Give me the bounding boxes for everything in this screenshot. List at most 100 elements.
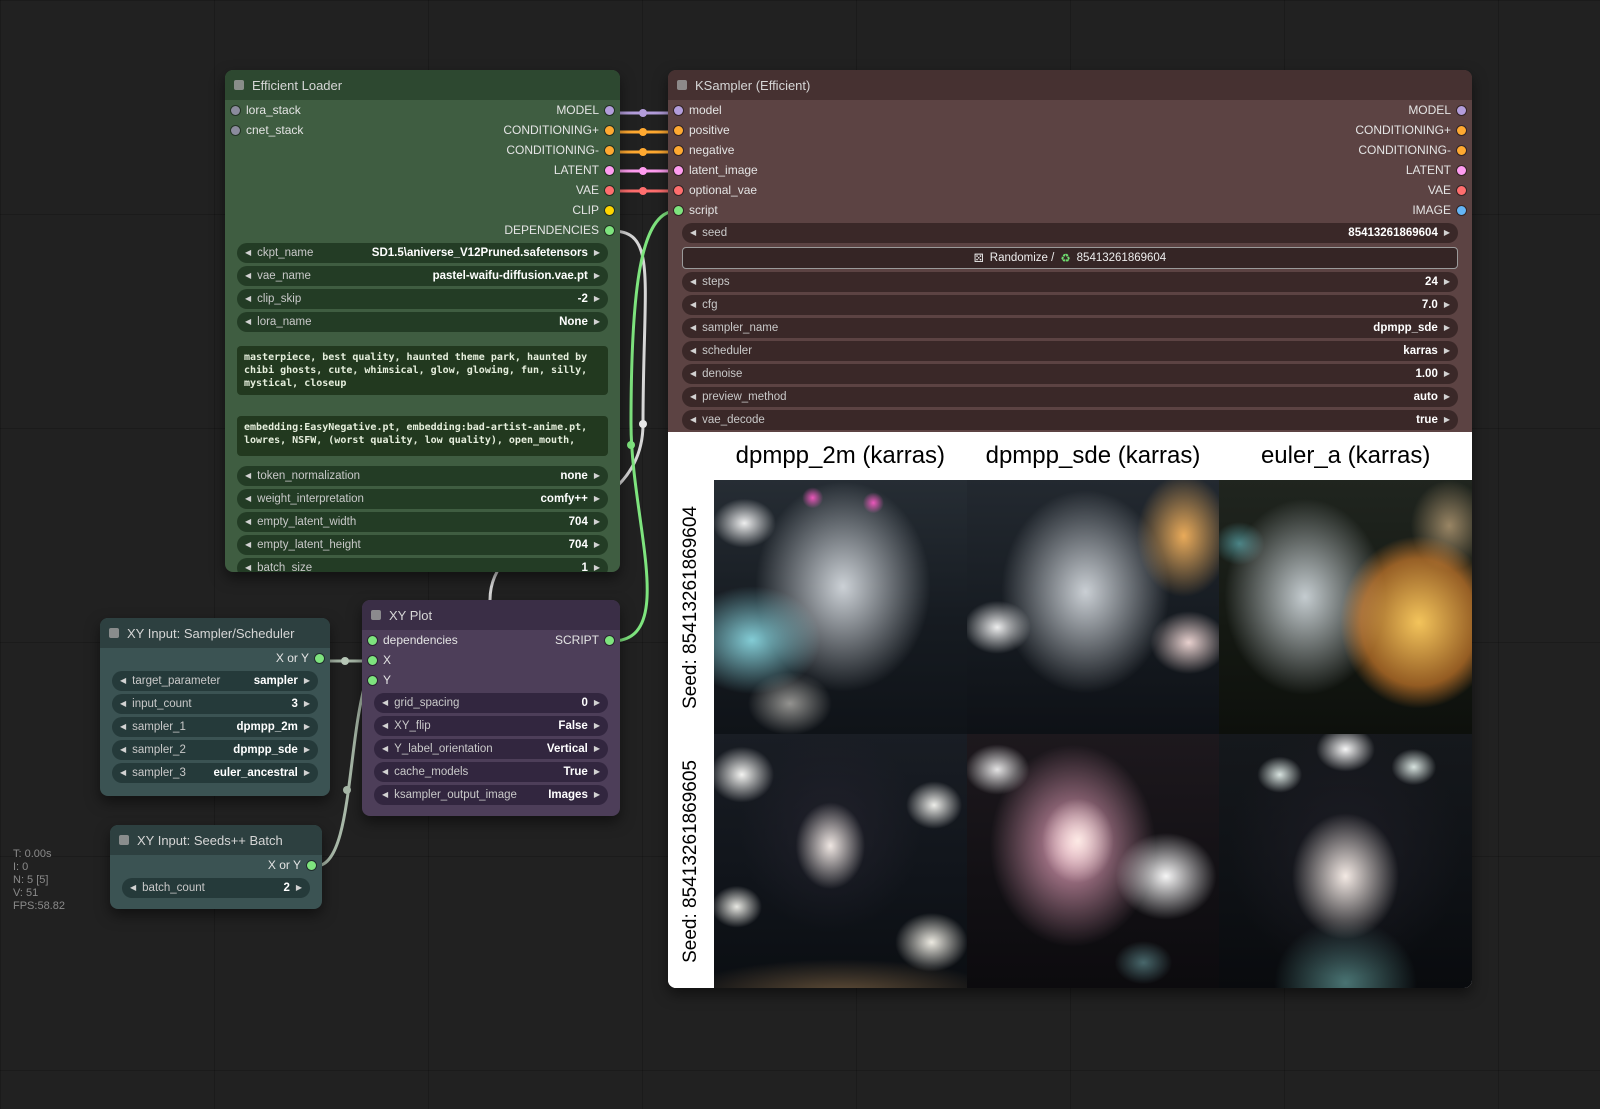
right-arrow-icon[interactable]: ▶ [594,541,600,549]
x-or-y-slot-icon[interactable] [307,861,316,870]
input-script[interactable]: script [668,200,1030,220]
right-arrow-icon[interactable]: ▶ [594,791,600,799]
input-positive[interactable]: positive [668,120,1030,140]
widget-token-normalization[interactable]: ◀token_normalizationnone▶ [237,466,608,486]
conditioning-minus-slot-icon[interactable] [605,146,614,155]
left-arrow-icon[interactable]: ◀ [382,768,388,776]
negative-slot-icon[interactable] [674,146,683,155]
positive-prompt-textarea[interactable]: masterpiece, best quality, haunted theme… [237,346,608,395]
output-latent[interactable]: LATENT [1030,160,1472,180]
preview-image-eulera-seed605[interactable] [1219,734,1472,988]
input-negative[interactable]: negative [668,140,1030,160]
input-dependencies[interactable]: dependencies [362,630,517,650]
collapse-icon[interactable] [109,628,119,638]
model-slot-icon[interactable] [605,106,614,115]
right-arrow-icon[interactable]: ▶ [594,295,600,303]
widget-batch-size[interactable]: ◀batch_size1▶ [237,558,608,572]
dependencies-slot-icon[interactable] [605,226,614,235]
preview-image-dpmppsde-seed604[interactable] [967,480,1220,734]
left-arrow-icon[interactable]: ◀ [382,699,388,707]
left-arrow-icon[interactable]: ◀ [120,723,126,731]
conditioning-plus-slot-icon[interactable] [605,126,614,135]
left-arrow-icon[interactable]: ◀ [690,416,696,424]
right-arrow-icon[interactable]: ▶ [304,677,310,685]
right-arrow-icon[interactable]: ▶ [594,518,600,526]
cnet-stack-slot-icon[interactable] [231,126,240,135]
conditioning-minus-slot-icon[interactable] [1457,146,1466,155]
preview-image-dpmpp2m-seed604[interactable] [714,480,967,734]
left-arrow-icon[interactable]: ◀ [690,370,696,378]
left-arrow-icon[interactable]: ◀ [245,518,251,526]
left-arrow-icon[interactable]: ◀ [245,495,251,503]
collapse-icon[interactable] [677,80,687,90]
node-xy-input-sampler-scheduler[interactable]: XY Input: Sampler/Scheduler X or Y ◀targ… [100,618,330,796]
lora-stack-slot-icon[interactable] [231,106,240,115]
ksampler-header[interactable]: KSampler (Efficient) [668,70,1472,100]
efficient-loader-header[interactable]: Efficient Loader [225,70,620,100]
collapse-icon[interactable] [119,835,129,845]
left-arrow-icon[interactable]: ◀ [245,472,251,480]
right-arrow-icon[interactable]: ▶ [304,700,310,708]
right-arrow-icon[interactable]: ▶ [296,884,302,892]
left-arrow-icon[interactable]: ◀ [690,278,696,286]
right-arrow-icon[interactable]: ▶ [304,746,310,754]
left-arrow-icon[interactable]: ◀ [130,884,136,892]
output-x-or-y[interactable]: X or Y [110,855,322,875]
preview-image-dpmppsde-seed605[interactable] [967,734,1220,988]
widget-steps[interactable]: ◀steps24▶ [682,272,1458,292]
output-conditioning-minus[interactable]: CONDITIONING- [1030,140,1472,160]
right-arrow-icon[interactable]: ▶ [594,272,600,280]
widget-lora-name[interactable]: ◀lora_nameNone▶ [237,312,608,332]
left-arrow-icon[interactable]: ◀ [690,347,696,355]
widget-cache-models[interactable]: ◀cache_modelsTrue▶ [374,762,608,782]
script-slot-icon[interactable] [674,206,683,215]
widget-scheduler[interactable]: ◀schedulerkarras▶ [682,341,1458,361]
right-arrow-icon[interactable]: ▶ [594,249,600,257]
input-latent-image[interactable]: latent_image [668,160,1030,180]
left-arrow-icon[interactable]: ◀ [245,295,251,303]
output-model[interactable]: MODEL [403,100,620,120]
right-arrow-icon[interactable]: ▶ [1444,301,1450,309]
output-latent[interactable]: LATENT [403,160,620,180]
widget-ckpt-name[interactable]: ◀ckpt_nameSD1.5\aniverse_V12Pruned.safet… [237,243,608,263]
left-arrow-icon[interactable]: ◀ [245,249,251,257]
left-arrow-icon[interactable]: ◀ [690,229,696,237]
vae-slot-icon[interactable] [1457,186,1466,195]
latent-image-slot-icon[interactable] [674,166,683,175]
left-arrow-icon[interactable]: ◀ [120,700,126,708]
xy-plot-header[interactable]: XY Plot [362,600,620,630]
latent-slot-icon[interactable] [605,166,614,175]
right-arrow-icon[interactable]: ▶ [594,495,600,503]
positive-slot-icon[interactable] [674,126,683,135]
right-arrow-icon[interactable]: ▶ [594,472,600,480]
model-slot-icon[interactable] [674,106,683,115]
right-arrow-icon[interactable]: ▶ [1444,229,1450,237]
widget-empty-latent-height[interactable]: ◀empty_latent_height704▶ [237,535,608,555]
xy-input-seeds-header[interactable]: XY Input: Seeds++ Batch [110,825,322,855]
widget-vae-name[interactable]: ◀vae_namepastel-waifu-diffusion.vae.pt▶ [237,266,608,286]
collapse-icon[interactable] [234,80,244,90]
output-image[interactable]: IMAGE [1030,200,1472,220]
widget-target-parameter[interactable]: ◀target_parametersampler▶ [112,671,318,691]
output-dependencies[interactable]: DEPENDENCIES [403,220,620,240]
output-clip[interactable]: CLIP [403,200,620,220]
input-y[interactable]: Y [362,670,517,690]
widget-y-label-orientation[interactable]: ◀Y_label_orientationVertical▶ [374,739,608,759]
left-arrow-icon[interactable]: ◀ [120,746,126,754]
node-efficient-loader[interactable]: Efficient Loader lora_stack cnet_stack M… [225,70,620,572]
node-xy-plot[interactable]: XY Plot dependencies X Y SCRIPT ◀grid_sp… [362,600,620,816]
clip-slot-icon[interactable] [605,206,614,215]
widget-xy-flip[interactable]: ◀XY_flipFalse▶ [374,716,608,736]
left-arrow-icon[interactable]: ◀ [120,769,126,777]
right-arrow-icon[interactable]: ▶ [1444,347,1450,355]
left-arrow-icon[interactable]: ◀ [245,541,251,549]
right-arrow-icon[interactable]: ▶ [594,768,600,776]
widget-denoise[interactable]: ◀denoise1.00▶ [682,364,1458,384]
widget-grid-spacing[interactable]: ◀grid_spacing0▶ [374,693,608,713]
widget-vae-decode[interactable]: ◀vae_decodetrue▶ [682,410,1458,430]
negative-prompt-textarea[interactable]: embedding:EasyNegative.pt, embedding:bad… [237,416,608,456]
output-conditioning-plus[interactable]: CONDITIONING+ [1030,120,1472,140]
widget-sampler-1[interactable]: ◀sampler_1dpmpp_2m▶ [112,717,318,737]
widget-sampler-2[interactable]: ◀sampler_2dpmpp_sde▶ [112,740,318,760]
preview-image-eulera-seed604[interactable] [1219,480,1472,734]
